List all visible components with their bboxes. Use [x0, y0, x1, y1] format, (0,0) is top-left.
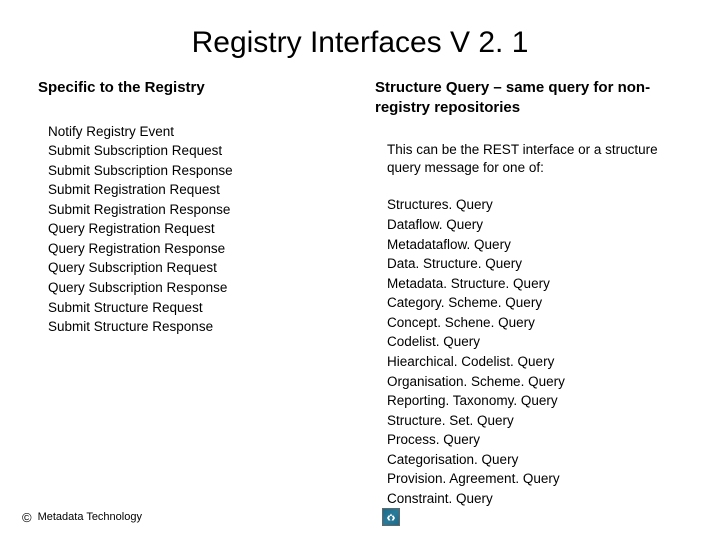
list-item: Notify Registry Event: [48, 122, 345, 142]
list-item: Query Registration Request: [48, 219, 345, 239]
list-item: Provision. Agreement. Query: [387, 469, 682, 489]
list-item: Constraint. Query: [387, 489, 682, 509]
copyright-symbol: ©: [22, 510, 32, 525]
footer-text: Metadata Technology: [38, 511, 142, 523]
left-heading: Specific to the Registry: [38, 78, 345, 98]
list-item: Query Registration Response: [48, 239, 345, 259]
list-item: Data. Structure. Query: [387, 254, 682, 274]
list-item: Metadata. Structure. Query: [387, 274, 682, 294]
list-item: Metadataflow. Query: [387, 235, 682, 255]
slide-title: Registry Interfaces V 2. 1: [0, 0, 720, 78]
right-intro: This can be the REST interface or a stru…: [375, 141, 682, 177]
right-heading: Structure Query – same query for non-reg…: [375, 78, 682, 117]
list-item: Submit Subscription Request: [48, 141, 345, 161]
list-item: Dataflow. Query: [387, 215, 682, 235]
columns: Specific to the Registry Notify Registry…: [0, 78, 720, 508]
list-item: Organisation. Scheme. Query: [387, 372, 682, 392]
list-item: Concept. Schene. Query: [387, 313, 682, 333]
left-column: Specific to the Registry Notify Registry…: [38, 78, 355, 508]
list-item: Categorisation. Query: [387, 450, 682, 470]
list-item: Category. Scheme. Query: [387, 293, 682, 313]
list-item: Submit Registration Request: [48, 180, 345, 200]
list-item: Codelist. Query: [387, 332, 682, 352]
list-item: Submit Structure Response: [48, 317, 345, 337]
footer: © Metadata Technology: [22, 508, 698, 526]
list-item: Process. Query: [387, 430, 682, 450]
right-column: Structure Query – same query for non-reg…: [375, 78, 682, 508]
list-item: Structure. Set. Query: [387, 411, 682, 431]
left-list: Notify Registry Event Submit Subscriptio…: [38, 122, 345, 337]
list-item: Query Subscription Response: [48, 278, 345, 298]
list-item: Submit Structure Request: [48, 298, 345, 318]
list-item: Hiearchical. Codelist. Query: [387, 352, 682, 372]
list-item: Submit Subscription Response: [48, 161, 345, 181]
recycle-icon: [382, 508, 400, 526]
right-list: Structures. Query Dataflow. Query Metada…: [375, 195, 682, 508]
list-item: Reporting. Taxonomy. Query: [387, 391, 682, 411]
list-item: Query Subscription Request: [48, 258, 345, 278]
list-item: Submit Registration Response: [48, 200, 345, 220]
list-item: Structures. Query: [387, 195, 682, 215]
